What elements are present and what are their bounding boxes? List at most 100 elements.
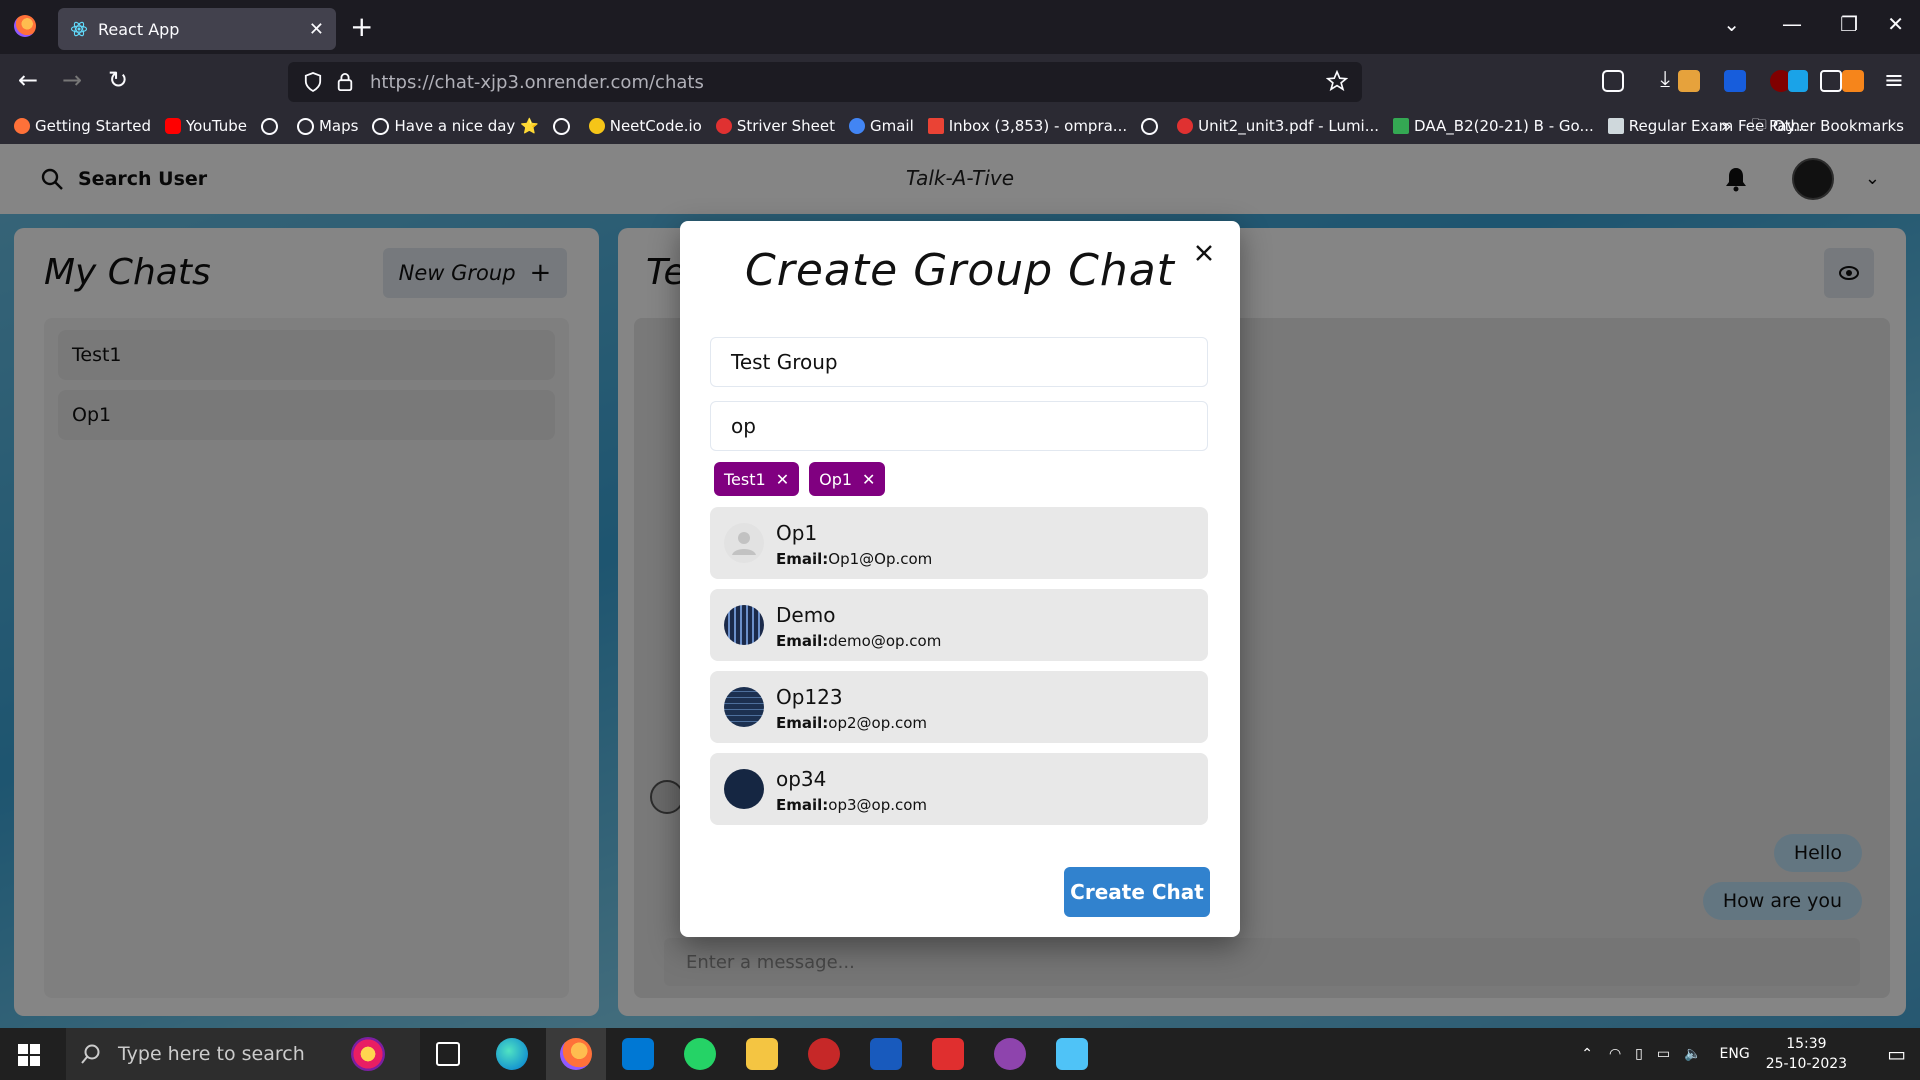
photos-icon[interactable]: [1056, 1038, 1088, 1070]
menu-icon[interactable]: ≡: [1884, 66, 1904, 94]
user-name: Op1: [776, 521, 818, 545]
metamask-icon[interactable]: [1842, 70, 1864, 92]
bookmark-star-icon[interactable]: [1326, 70, 1348, 92]
user-email: Email:op3@op.com: [776, 796, 928, 814]
bookmark-item[interactable]: Maps: [296, 117, 358, 135]
bookmark-item[interactable]: YouTube: [164, 117, 247, 135]
taskbar-search-placeholder: Type here to search: [118, 1043, 305, 1065]
bookmark-item[interactable]: Getting Started: [14, 117, 151, 135]
user-result-item[interactable]: Op1 Email:Op1@Op.com: [710, 507, 1208, 579]
user-name: op34: [776, 767, 827, 791]
react-icon: [70, 21, 88, 37]
bookmark-item[interactable]: [552, 117, 575, 135]
tab-title: React App: [98, 19, 180, 39]
acrobat-icon[interactable]: [932, 1038, 964, 1070]
close-icon[interactable]: [1190, 239, 1218, 267]
reload-button[interactable]: ↻: [108, 66, 128, 94]
shield-icon[interactable]: [304, 72, 322, 92]
device-icon[interactable]: ▯: [1635, 1046, 1643, 1062]
bookmark-item[interactable]: [1141, 117, 1163, 135]
folder-icon: 🗀: [1751, 114, 1767, 133]
app-icon[interactable]: [994, 1038, 1026, 1070]
selected-users: Test1 ✕ Op1 ✕: [714, 462, 895, 496]
vscode-icon[interactable]: [622, 1038, 654, 1070]
document-icon: [1607, 118, 1624, 134]
create-chat-button[interactable]: Create Chat: [1064, 867, 1210, 917]
clock[interactable]: 15:39 25-10-2023: [1766, 1034, 1847, 1074]
volume-icon[interactable]: 🔈: [1684, 1046, 1701, 1062]
user-result-item[interactable]: op34 Email:op3@op.com: [710, 753, 1208, 825]
whatsapp-icon[interactable]: [684, 1038, 716, 1070]
remove-icon[interactable]: ✕: [776, 470, 789, 489]
bookmark-item[interactable]: Inbox (3,853) - ompra...: [927, 117, 1127, 135]
firefox-logo-icon[interactable]: [14, 15, 36, 37]
user-email: Email:demo@op.com: [776, 632, 942, 650]
globe-icon: [296, 117, 314, 135]
notification-icon[interactable]: ▭: [1887, 1042, 1906, 1066]
remove-icon[interactable]: ✕: [862, 470, 875, 489]
google-drive-icon: [1393, 118, 1410, 134]
bookmark-item[interactable]: Unit2_unit3.pdf - Lumi...: [1177, 117, 1379, 135]
list-tabs-icon[interactable]: ⌄: [1723, 12, 1740, 36]
minimize-button[interactable]: —: [1782, 12, 1802, 36]
bookmarks-bar: Getting Started YouTube Maps Have a nice…: [0, 108, 1920, 144]
word-icon[interactable]: [870, 1038, 902, 1070]
windows-taskbar: Type here to search ⌃ ◠ ▯ ▭ 🔈 ENG 15:39 …: [0, 1028, 1920, 1080]
bookmark-item[interactable]: Gmail: [848, 117, 914, 135]
app-icon[interactable]: [808, 1038, 840, 1070]
taskbar-search[interactable]: Type here to search: [66, 1028, 420, 1080]
user-avatar: [724, 687, 764, 727]
firefox-icon[interactable]: [560, 1038, 592, 1070]
pdf-icon: [1177, 118, 1194, 134]
extension-badge-icon[interactable]: [1678, 70, 1700, 92]
battery-icon[interactable]: ▭: [1657, 1046, 1670, 1062]
close-window-button[interactable]: ✕: [1887, 12, 1904, 36]
download-icon[interactable]: ⤓: [1660, 66, 1670, 94]
chevron-up-icon[interactable]: ⌃: [1581, 1046, 1593, 1062]
browser-tab[interactable]: React App ✕: [58, 8, 336, 50]
windows-start-icon[interactable]: [18, 1044, 40, 1066]
wifi-icon[interactable]: ◠: [1609, 1046, 1621, 1062]
bookmark-item[interactable]: Have a nice day ⭐: [372, 117, 539, 135]
lock-icon[interactable]: [336, 72, 354, 92]
firefox-bookmark-icon: [14, 118, 30, 134]
url-host: https://chat-xjp3.onrender.com: [370, 71, 649, 93]
user-avatar: [724, 605, 764, 645]
browser-nav-bar: ← → ↻ https://chat-xjp3.onrender.com/cha…: [0, 54, 1920, 108]
extensions-icon[interactable]: [1820, 70, 1842, 92]
forward-button[interactable]: →: [62, 66, 82, 94]
other-bookmarks[interactable]: » 🗀 Other Bookmarks: [1721, 108, 1904, 144]
new-tab-button[interactable]: +: [350, 12, 373, 42]
search-icon: [81, 1044, 100, 1064]
language-indicator[interactable]: ENG: [1720, 1046, 1750, 1062]
file-explorer-icon[interactable]: [746, 1038, 778, 1070]
chevron-double-right-icon[interactable]: »: [1721, 116, 1732, 137]
url-path: /chats: [648, 71, 704, 93]
bitwarden-icon[interactable]: [1724, 70, 1746, 92]
task-view-icon[interactable]: [436, 1042, 460, 1066]
modal-title: Create Group Chat: [745, 245, 1175, 296]
neetcode-icon: [588, 118, 605, 134]
translate-extension-icon[interactable]: [1788, 70, 1808, 92]
pocket-icon[interactable]: [1602, 70, 1624, 92]
chat-name-input[interactable]: Test Group: [710, 337, 1208, 387]
bookmark-item[interactable]: DAA_B2(20-21) B - Go...: [1393, 117, 1594, 135]
user-email: Email:Op1@Op.com: [776, 550, 933, 568]
edge-icon[interactable]: [496, 1038, 528, 1070]
user-result-item[interactable]: Demo Email:demo@op.com: [710, 589, 1208, 661]
restore-button[interactable]: ❐: [1840, 12, 1858, 36]
bookmark-item[interactable]: NeetCode.io: [588, 117, 702, 135]
globe-icon: [372, 117, 390, 135]
user-result-item[interactable]: Op123 Email:op2@op.com: [710, 671, 1208, 743]
bookmark-item[interactable]: [260, 117, 283, 135]
url-bar[interactable]: https://chat-xjp3.onrender.com/chats: [288, 62, 1362, 102]
tab-close-icon[interactable]: ✕: [309, 19, 324, 40]
back-button[interactable]: ←: [18, 66, 38, 94]
globe-icon: [1141, 117, 1159, 135]
browser-tab-bar: React App ✕ + ⌄ — ❐ ✕: [0, 0, 1920, 54]
add-users-input[interactable]: op: [710, 401, 1208, 451]
search-highlight-icon[interactable]: [350, 1037, 385, 1071]
user-chip[interactable]: Op1 ✕: [809, 462, 886, 496]
user-chip[interactable]: Test1 ✕: [714, 462, 800, 496]
bookmark-item[interactable]: Striver Sheet: [715, 117, 835, 135]
